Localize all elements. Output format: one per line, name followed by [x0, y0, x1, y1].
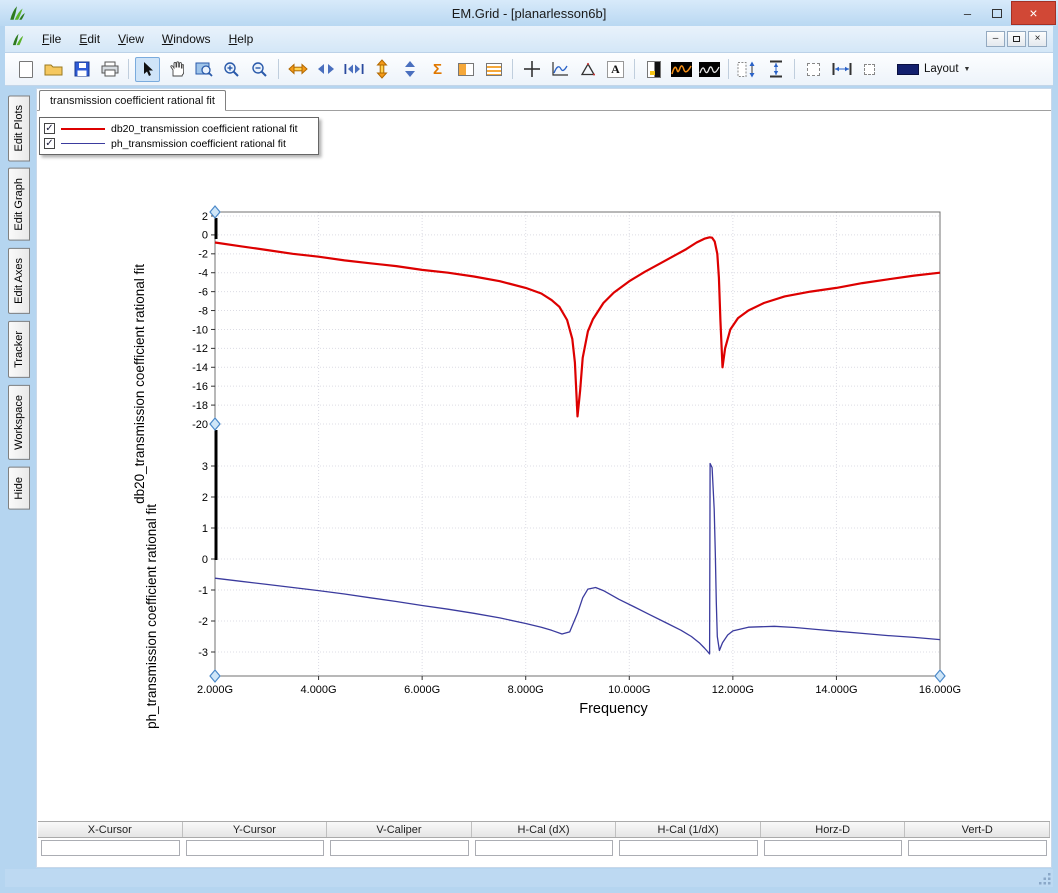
menu-windows[interactable]: Windows [154, 29, 219, 49]
delta-marker-icon[interactable] [575, 57, 600, 82]
y-axis-title-db20: db20_transmission coefficient rational f… [132, 264, 147, 504]
arrows-x-icon[interactable] [313, 57, 338, 82]
mdi-minimize-button[interactable]: – [986, 31, 1005, 47]
readout-cell-x-cursor [41, 840, 180, 856]
status-bar [5, 869, 1053, 887]
split-rows-icon[interactable] [481, 57, 506, 82]
cursor-readout-table: X-Cursor Y-Cursor V-Caliper H-Cal (dX) H… [38, 821, 1050, 857]
save-icon[interactable] [69, 57, 94, 82]
sidebar-tab-edit-graph[interactable]: Edit Graph [8, 168, 30, 241]
waveform-orange-icon[interactable] [669, 57, 694, 82]
readout-cell-vert-d [908, 840, 1047, 856]
menu-help[interactable]: Help [221, 29, 262, 49]
readout-value-row [38, 839, 1050, 857]
document-logo-icon [11, 32, 26, 47]
menu-edit[interactable]: Edit [71, 29, 108, 49]
sidebar-tab-workspace[interactable]: Workspace [8, 385, 30, 460]
menu-file[interactable]: File [34, 29, 69, 49]
text-tool-icon[interactable]: A [603, 57, 628, 82]
pan-tool-icon[interactable] [163, 57, 188, 82]
col-header-y-cursor: Y-Cursor [183, 822, 328, 837]
legend-checkbox-ph[interactable]: ✓ [44, 138, 55, 149]
x-axis-title: Frequency [501, 701, 726, 717]
fit-width-icon[interactable] [829, 57, 854, 82]
expand-x-icon[interactable] [285, 57, 310, 82]
legend-item: ✓ db20_transmission coefficient rational… [44, 121, 314, 136]
selection-box-icon[interactable] [801, 57, 826, 82]
sidebar-tab-tracker[interactable]: Tracker [8, 321, 30, 378]
zoom-in-icon[interactable] [219, 57, 244, 82]
select-tool-icon[interactable] [135, 57, 160, 82]
fit-x-icon[interactable] [341, 57, 366, 82]
sidebar-tab-edit-axes[interactable]: Edit Axes [8, 248, 30, 314]
zoom-out-icon[interactable] [247, 57, 272, 82]
col-header-x-cursor: X-Cursor [38, 822, 183, 837]
legend-box: ✓ db20_transmission coefficient rational… [39, 117, 319, 155]
legend-label: ph_transmission coefficient rational fit [111, 138, 286, 150]
col-header-hcal-dx: H-Cal (dX) [472, 822, 617, 837]
waveform-white-icon[interactable] [697, 57, 722, 82]
col-header-v-caliper: V-Caliper [327, 822, 472, 837]
readout-header-row: X-Cursor Y-Cursor V-Caliper H-Cal (dX) H… [38, 821, 1050, 838]
print-icon[interactable] [97, 57, 122, 82]
menu-view[interactable]: View [110, 29, 152, 49]
chevron-down-icon: ▼ [964, 66, 971, 73]
toolbar: Σ A Layout ▼ [5, 53, 1053, 86]
readout-cell-y-cursor [186, 840, 325, 856]
col-header-hcal-1dx: H-Cal (1/dX) [616, 822, 761, 837]
arrows-y-icon[interactable] [397, 57, 422, 82]
mdi-restore-button[interactable] [1007, 31, 1026, 47]
fit-height-icon[interactable] [735, 57, 760, 82]
sidebar-tab-hide[interactable]: Hide [8, 467, 30, 510]
axes-curve-icon[interactable] [547, 57, 572, 82]
open-file-icon[interactable] [41, 57, 66, 82]
document-tab[interactable]: transmission coefficient rational fit [39, 90, 226, 111]
readout-cell-horz-d [764, 840, 903, 856]
layout-select[interactable]: Layout ▼ [891, 60, 976, 78]
close-button[interactable]: × [1011, 1, 1056, 25]
layout-label: Layout [924, 63, 959, 75]
readout-cell-v-caliper [330, 840, 469, 856]
page-preview-icon[interactable] [641, 57, 666, 82]
legend-label: db20_transmission coefficient rational f… [111, 123, 298, 135]
legend-line-sample-blue [61, 143, 105, 144]
window-title: EM.Grid - [planarlesson6b] [0, 6, 1058, 21]
expand-y-icon[interactable] [369, 57, 394, 82]
legend-item: ✓ ph_transmission coefficient rational f… [44, 136, 314, 151]
sidebar-tab-edit-plots[interactable]: Edit Plots [8, 95, 30, 161]
col-header-horz-d: Horz-D [761, 822, 906, 837]
col-header-vert-d: Vert-D [905, 822, 1050, 837]
title-bar: EM.Grid - [planarlesson6b] – × [0, 0, 1058, 26]
new-file-icon[interactable] [13, 57, 38, 82]
split-columns-icon[interactable] [453, 57, 478, 82]
expand-height-icon[interactable] [763, 57, 788, 82]
mdi-close-button[interactable]: × [1028, 31, 1047, 47]
side-tab-strip: Edit Plots Edit Graph Edit Axes Tracker … [6, 88, 36, 509]
maximize-button[interactable] [982, 1, 1011, 25]
menu-bar: File Edit View Windows Help – × [5, 26, 1053, 53]
graph-workspace: transmission coefficient rational fit ✓ … [36, 88, 1052, 868]
legend-checkbox-db20[interactable]: ✓ [44, 123, 55, 134]
legend-line-sample-red [61, 128, 105, 130]
layout-style-swatch [897, 64, 919, 75]
resize-grip[interactable] [1039, 873, 1052, 886]
readout-cell-hcal-1dx [619, 840, 758, 856]
readout-cell-hcal-dx [475, 840, 614, 856]
selection-box-small-icon[interactable] [857, 57, 882, 82]
minimize-button[interactable]: – [953, 1, 982, 25]
y-axis-title-ph: ph_transmission coefficient rational fit [144, 504, 159, 729]
zoom-window-icon[interactable] [191, 57, 216, 82]
crosshair-icon[interactable] [519, 57, 544, 82]
sigma-icon[interactable]: Σ [425, 57, 450, 82]
